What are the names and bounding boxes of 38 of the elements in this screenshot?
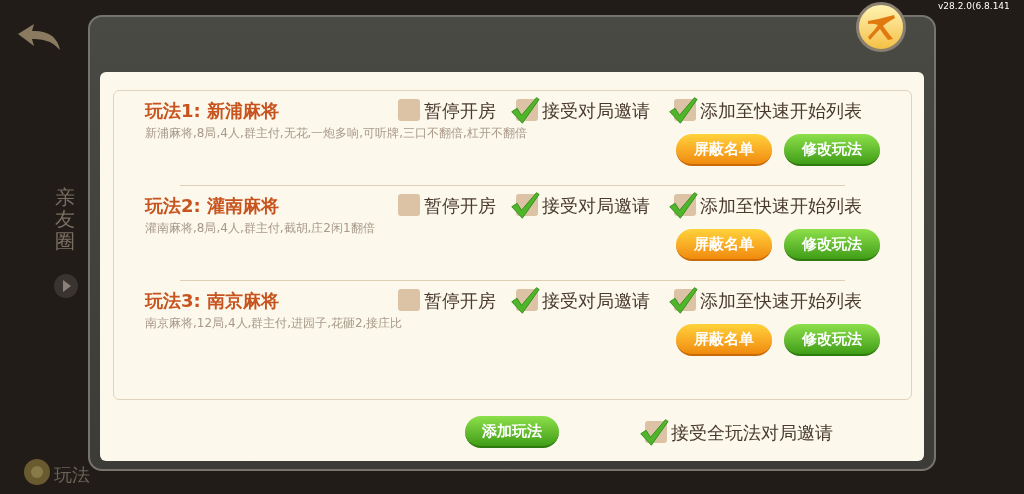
block-list-button[interactable]: 屏蔽名单: [676, 324, 772, 356]
checked-checkbox[interactable]: [510, 285, 540, 315]
block-list-button[interactable]: 屏蔽名单: [676, 134, 772, 166]
checked-checkbox[interactable]: [510, 95, 540, 125]
rule-title: 玩法3: 南京麻将: [145, 288, 280, 313]
close-button[interactable]: [856, 2, 906, 52]
help-label[interactable]: 玩法: [54, 461, 90, 488]
option-label: 接受对局邀请: [542, 193, 650, 218]
block-list-button[interactable]: 屏蔽名单: [676, 229, 772, 261]
checked-checkbox[interactable]: [668, 190, 698, 220]
add-rule-button[interactable]: 添加玩法: [465, 416, 559, 448]
option-label: 暂停开房: [424, 98, 496, 123]
edit-rule-button[interactable]: 修改玩法: [784, 134, 880, 166]
rule-title: 玩法1: 新浦麻将: [145, 98, 280, 123]
checked-checkbox[interactable]: [510, 190, 540, 220]
side-tab[interactable]: 亲友圈: [55, 186, 75, 252]
checked-checkbox[interactable]: [668, 95, 698, 125]
rule-description: 新浦麻将,8局,4人,群主付,无花,一炮多响,可听牌,三口不翻倍,杠开不翻倍: [145, 125, 527, 142]
accept-all-label: 接受全玩法对局邀请: [671, 420, 833, 445]
close-icon: [866, 13, 896, 41]
rule-title: 玩法2: 灌南麻将: [145, 193, 280, 218]
edit-rule-button[interactable]: 修改玩法: [784, 324, 880, 356]
option-label: 添加至快速开始列表: [700, 288, 862, 313]
option-label: 接受对局邀请: [542, 288, 650, 313]
option-label: 添加至快速开始列表: [700, 193, 862, 218]
rule-description: 灌南麻将,8局,4人,群主付,截胡,庄2闲1翻倍: [145, 220, 375, 237]
edit-rule-button[interactable]: 修改玩法: [784, 229, 880, 261]
option-label: 添加至快速开始列表: [700, 98, 862, 123]
help-icon[interactable]: [24, 459, 50, 485]
checked-checkbox[interactable]: [639, 417, 669, 447]
option-label: 暂停开房: [424, 193, 496, 218]
version-text: v28.2.0(6.8.141: [938, 0, 1010, 13]
option-label: 接受对局邀请: [542, 98, 650, 123]
option-label: 暂停开房: [424, 288, 496, 313]
checked-checkbox[interactable]: [668, 285, 698, 315]
back-arrow-icon[interactable]: [16, 22, 62, 52]
play-icon[interactable]: [54, 274, 78, 298]
rule-description: 南京麻将,12局,4人,群主付,进园子,花砸2,接庄比: [145, 315, 403, 332]
